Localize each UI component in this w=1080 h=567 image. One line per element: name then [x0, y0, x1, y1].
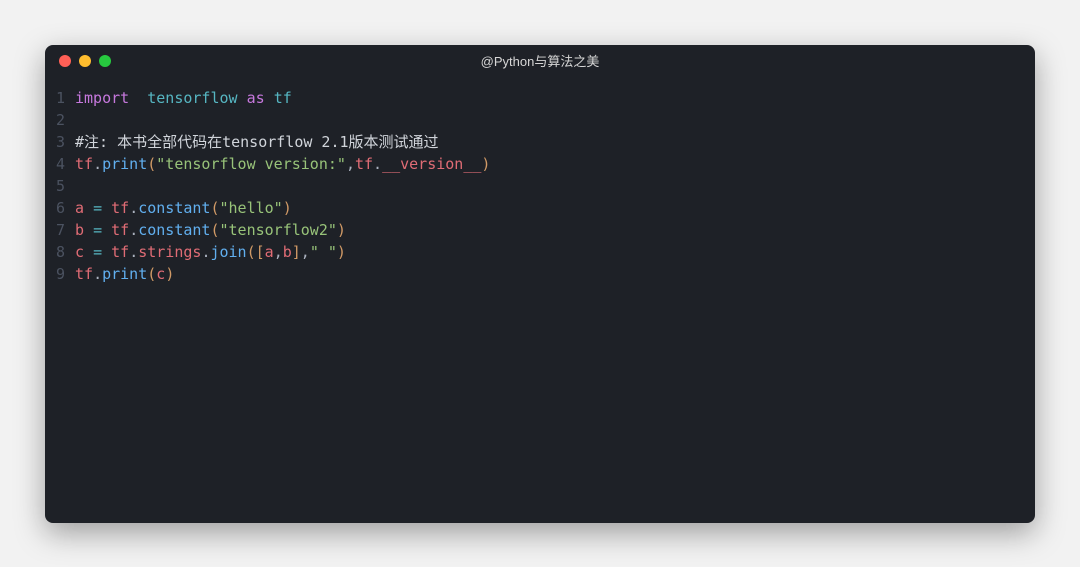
token-ident: a: [75, 199, 84, 217]
code-content: import tensorflow as tf: [75, 87, 292, 109]
code-content: tf.print("tensorflow version:",tf.__vers…: [75, 153, 490, 175]
token-ident: b: [283, 243, 292, 261]
token-code: [84, 243, 93, 261]
code-content: #注: 本书全部代码在tensorflow 2.1版本测试通过: [75, 131, 439, 153]
token-ident: tf: [75, 155, 93, 173]
token-str: " ": [310, 243, 337, 261]
token-dot: .: [129, 199, 138, 217]
minimize-icon[interactable]: [79, 55, 91, 67]
token-str: "hello": [220, 199, 283, 217]
token-dot: .: [93, 155, 102, 173]
line-number: 6: [53, 197, 75, 219]
code-window: @Python与算法之美 1import tensorflow as tf2 3…: [45, 45, 1035, 523]
token-func: constant: [138, 221, 210, 239]
token-ident: tf: [355, 155, 373, 173]
line-number: 9: [53, 263, 75, 285]
token-code: [102, 221, 111, 239]
token-dot: .: [129, 243, 138, 261]
token-ident: tf: [111, 199, 129, 217]
code-line: 8c = tf.strings.join([a,b]," "): [53, 241, 1023, 263]
token-ident: tf: [111, 221, 129, 239]
titlebar: @Python与算法之美: [45, 45, 1035, 77]
code-content: c = tf.strings.join([a,b]," "): [75, 241, 346, 263]
token-code: [102, 199, 111, 217]
code-line: 7b = tf.constant("tensorflow2"): [53, 219, 1023, 241]
token-bracket: ): [337, 221, 346, 239]
code-line: 4tf.print("tensorflow version:",tf.__ver…: [53, 153, 1023, 175]
line-number: 1: [53, 87, 75, 109]
code-line: 6a = tf.constant("hello"): [53, 197, 1023, 219]
token-ident: strings: [138, 243, 201, 261]
token-code: [102, 243, 111, 261]
code-editor: 1import tensorflow as tf2 3#注: 本书全部代码在te…: [45, 77, 1035, 523]
token-dot: .: [129, 221, 138, 239]
token-str: "tensorflow version:": [156, 155, 346, 173]
code-line: 1import tensorflow as tf: [53, 87, 1023, 109]
token-code: [238, 89, 247, 107]
token-func: print: [102, 265, 147, 283]
code-line: 2: [53, 109, 1023, 131]
token-bracket: ): [283, 199, 292, 217]
token-dot: .: [373, 155, 382, 173]
line-number: 7: [53, 219, 75, 241]
token-bracket: (: [147, 265, 156, 283]
token-mod: tensorflow: [147, 89, 237, 107]
token-bracket: ): [337, 243, 346, 261]
token-bracket: (: [147, 155, 156, 173]
token-func: constant: [138, 199, 210, 217]
token-bracket: (: [247, 243, 256, 261]
token-bracket: ): [165, 265, 174, 283]
token-ident: c: [75, 243, 84, 261]
line-number: 5: [53, 175, 75, 197]
token-cmt: #注: 本书全部代码在tensorflow 2.1版本测试通过: [75, 133, 439, 151]
token-bracket: [: [256, 243, 265, 261]
token-punc: ,: [301, 243, 310, 261]
token-ident: b: [75, 221, 84, 239]
token-op: =: [93, 243, 102, 261]
window-controls: [59, 55, 111, 67]
token-mod: tf: [274, 89, 292, 107]
token-kw: import: [75, 89, 129, 107]
token-punc: ,: [346, 155, 355, 173]
token-bracket: (: [210, 221, 219, 239]
token-ident: tf: [75, 265, 93, 283]
code-content: tf.print(c): [75, 263, 174, 285]
window-title: @Python与算法之美: [45, 51, 1035, 70]
token-ident: __version__: [382, 155, 481, 173]
token-ident: tf: [111, 243, 129, 261]
code-content: [75, 109, 84, 131]
token-code: [84, 221, 93, 239]
code-content: a = tf.constant("hello"): [75, 197, 292, 219]
close-icon[interactable]: [59, 55, 71, 67]
code-line: 9tf.print(c): [53, 263, 1023, 285]
token-code: [265, 89, 274, 107]
token-ident: c: [156, 265, 165, 283]
token-kw: as: [247, 89, 265, 107]
line-number: 8: [53, 241, 75, 263]
token-bracket: ): [481, 155, 490, 173]
zoom-icon[interactable]: [99, 55, 111, 67]
token-func: print: [102, 155, 147, 173]
token-bracket: (: [210, 199, 219, 217]
token-op: =: [93, 221, 102, 239]
token-dot: .: [93, 265, 102, 283]
line-number: 3: [53, 131, 75, 153]
code-content: [75, 175, 84, 197]
token-op: =: [93, 199, 102, 217]
token-punc: ,: [274, 243, 283, 261]
line-number: 4: [53, 153, 75, 175]
token-func: join: [210, 243, 246, 261]
token-bracket: ]: [292, 243, 301, 261]
code-line: 3#注: 本书全部代码在tensorflow 2.1版本测试通过: [53, 131, 1023, 153]
token-code: [129, 89, 147, 107]
token-code: [84, 199, 93, 217]
line-number: 2: [53, 109, 75, 131]
token-ident: a: [265, 243, 274, 261]
code-line: 5: [53, 175, 1023, 197]
code-content: b = tf.constant("tensorflow2"): [75, 219, 346, 241]
token-str: "tensorflow2": [220, 221, 337, 239]
